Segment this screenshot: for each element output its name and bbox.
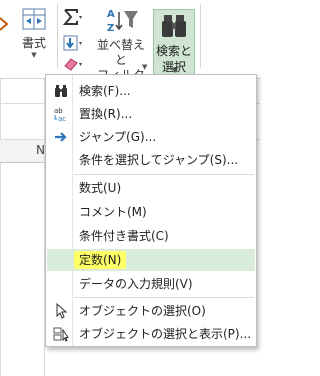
menu-item-label: 置換(R)... — [79, 107, 133, 121]
ribbon: 書式 ▼ A Z 並べ替えと フィルター ▼ — [0, 0, 260, 97]
menu-item-label: オブジェクトの選択と表示(P)... — [79, 327, 252, 341]
menu-item-goto[interactable]: ジャンプ(G)... — [47, 126, 255, 148]
menu-item-selection-pane[interactable]: オブジェクトの選択と表示(P)... — [47, 323, 255, 345]
autosum-button[interactable] — [62, 8, 84, 26]
menu-item-goto-special[interactable]: 条件を選択してジャンプ(S)... — [47, 149, 255, 171]
cut-off-icon — [0, 10, 10, 38]
fill-button[interactable] — [62, 34, 84, 52]
menu-item-label: オブジェクトの選択(O) — [79, 304, 206, 318]
svg-text:Z: Z — [107, 23, 114, 34]
chevron-down-icon: ▼ — [31, 51, 37, 59]
chevron-down-icon: ▼ — [172, 66, 178, 74]
menu-item-label: 検索(F)... — [79, 84, 131, 98]
chevron-down-icon: ▼ — [142, 63, 148, 71]
cursor-arrow-icon — [53, 302, 69, 319]
find-select-menu: 検索(F)... ab ac 置換(R)... ジャンプ(G)... 条件を選択し… — [45, 74, 257, 347]
find-select-label-line1: 検索と — [155, 44, 192, 58]
format-icon — [22, 8, 46, 30]
svg-text:A: A — [107, 9, 115, 20]
menu-item-label: 定数(N) — [79, 253, 122, 267]
menu-item-select-objects[interactable]: オブジェクトの選択(O) — [47, 300, 255, 322]
menu-item-conditional-formatting[interactable]: 条件付き書式(C) — [47, 225, 255, 247]
menu-item-label: 条件を選択してジャンプ(S)... — [79, 153, 239, 167]
menu-item-label: 条件付き書式(C) — [79, 229, 169, 243]
format-button[interactable]: 書式 ▼ — [16, 6, 52, 59]
eraser-icon — [64, 58, 82, 71]
menu-item-find[interactable]: 検索(F)... — [47, 80, 255, 102]
sigma-icon — [62, 9, 82, 25]
selection-pane-icon — [53, 326, 69, 342]
menu-item-label: 数式(U) — [79, 181, 122, 195]
ribbon-separator — [200, 4, 201, 68]
svg-text:ac: ac — [58, 115, 66, 122]
binoculars-icon — [162, 15, 186, 37]
ribbon-separator — [57, 4, 58, 68]
menu-item-label: データの入力規則(V) — [79, 277, 193, 291]
menu-item-data-validation[interactable]: データの入力規則(V) — [47, 273, 255, 295]
grid-line — [0, 79, 1, 376]
menu-item-comments[interactable]: コメント(M) — [47, 201, 255, 223]
menu-item-label: コメント(M) — [79, 205, 147, 219]
menu-separator — [74, 297, 254, 298]
menu-separator — [74, 174, 254, 175]
menu-item-constants[interactable]: 定数(N) — [47, 249, 255, 271]
fill-down-icon — [63, 35, 82, 51]
svg-text:ab: ab — [54, 107, 63, 115]
sort-filter-icon: A Z — [107, 9, 138, 34]
arrow-right-icon — [53, 129, 69, 145]
column-label: N — [36, 143, 45, 157]
format-label: 書式 — [21, 36, 46, 50]
menu-item-replace[interactable]: ab ac 置換(R)... — [47, 103, 255, 125]
binoculars-icon — [53, 83, 69, 99]
find-select-button[interactable]: 検索と 選択 ▼ — [153, 9, 195, 77]
menu-item-label: ジャンプ(G)... — [79, 130, 157, 144]
replace-icon: ab ac — [53, 106, 69, 123]
menu-item-formulas[interactable]: 数式(U) — [47, 177, 255, 199]
clear-button[interactable] — [62, 56, 84, 72]
